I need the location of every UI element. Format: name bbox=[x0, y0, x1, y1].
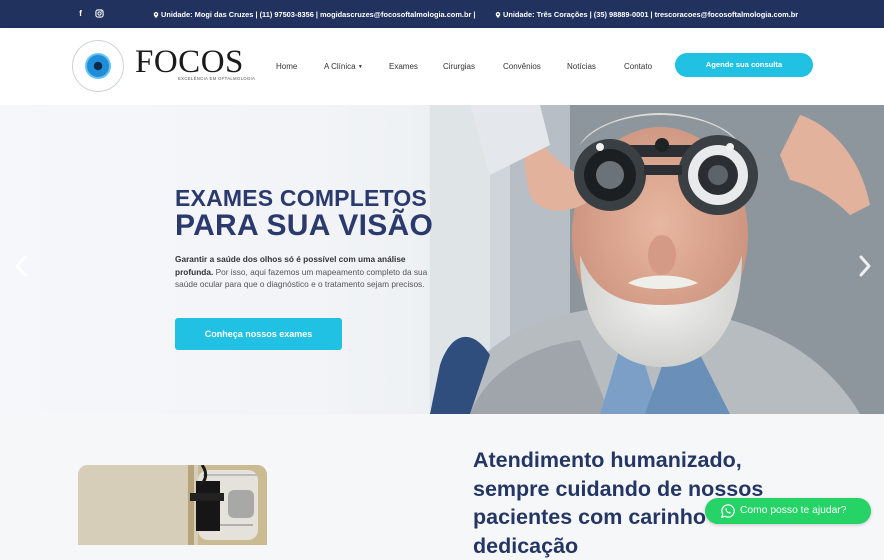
instagram-icon[interactable] bbox=[95, 9, 104, 18]
hero-description-rest: Por isso, aqui fazemos um mapeamento com… bbox=[175, 266, 428, 290]
nav-cirurgias[interactable]: Cirurgias bbox=[443, 62, 475, 71]
nav-convenios[interactable]: Convênios bbox=[503, 62, 541, 71]
carousel-next-arrow-icon[interactable] bbox=[858, 255, 872, 277]
hero-photo-elderly-man-trial-frame bbox=[430, 105, 884, 414]
hero-description: Garantir a saúde dos olhos só é possível… bbox=[175, 253, 437, 291]
hero-title-line1: EXAMES COMPLETOS bbox=[175, 185, 427, 211]
hero-title-line2: PARA SUA VISÃO bbox=[175, 209, 434, 242]
whatsapp-icon bbox=[721, 504, 735, 518]
nav-exames[interactable]: Exames bbox=[389, 62, 418, 71]
nav-a-clinica[interactable]: A Clínica ▼ bbox=[324, 62, 363, 71]
carousel-prev-arrow-icon[interactable] bbox=[14, 255, 28, 277]
hero-banner: EXAMES COMPLETOS PARA SUA VISÃO Garantir… bbox=[0, 105, 884, 414]
location-pin-icon bbox=[153, 11, 159, 18]
whatsapp-label: Como posso te ajudar? bbox=[740, 505, 847, 516]
nav-home[interactable]: Home bbox=[276, 62, 297, 71]
nav-a-clinica-label: A Clínica bbox=[324, 62, 356, 71]
clinic-equipment-photo bbox=[78, 465, 267, 545]
location-pin-icon bbox=[495, 11, 501, 18]
facebook-icon[interactable]: f bbox=[76, 9, 85, 18]
unit-mogi-text[interactable]: Unidade: Mogi das Cruzes | (11) 97503-83… bbox=[161, 10, 475, 19]
nav-contato[interactable]: Contato bbox=[624, 62, 652, 71]
top-info-bar: f Unidade: Mogi das Cruzes | (11) 97503-… bbox=[0, 0, 884, 28]
nav-noticias[interactable]: Notícias bbox=[567, 62, 596, 71]
unit-mogi-info: Unidade: Mogi das Cruzes | (11) 97503-83… bbox=[153, 10, 475, 19]
social-links: f bbox=[76, 9, 104, 18]
unit-tres-coracoes-info: Unidade: Três Corações | (35) 98889-0001… bbox=[495, 10, 798, 19]
logo-eye-icon[interactable] bbox=[72, 40, 124, 92]
schedule-appointment-button[interactable]: Agende sua consulta bbox=[675, 53, 813, 77]
view-exams-button[interactable]: Conheça nossos exames bbox=[175, 318, 342, 350]
whatsapp-chat-button[interactable]: Como posso te ajudar? bbox=[705, 498, 871, 524]
caret-down-icon: ▼ bbox=[357, 64, 363, 70]
unit-tres-coracoes-text[interactable]: Unidade: Três Corações | (35) 98889-0001… bbox=[503, 10, 798, 19]
brand-tagline: EXCELÊNCIA EM OFTALMOLOGIA bbox=[178, 76, 256, 81]
